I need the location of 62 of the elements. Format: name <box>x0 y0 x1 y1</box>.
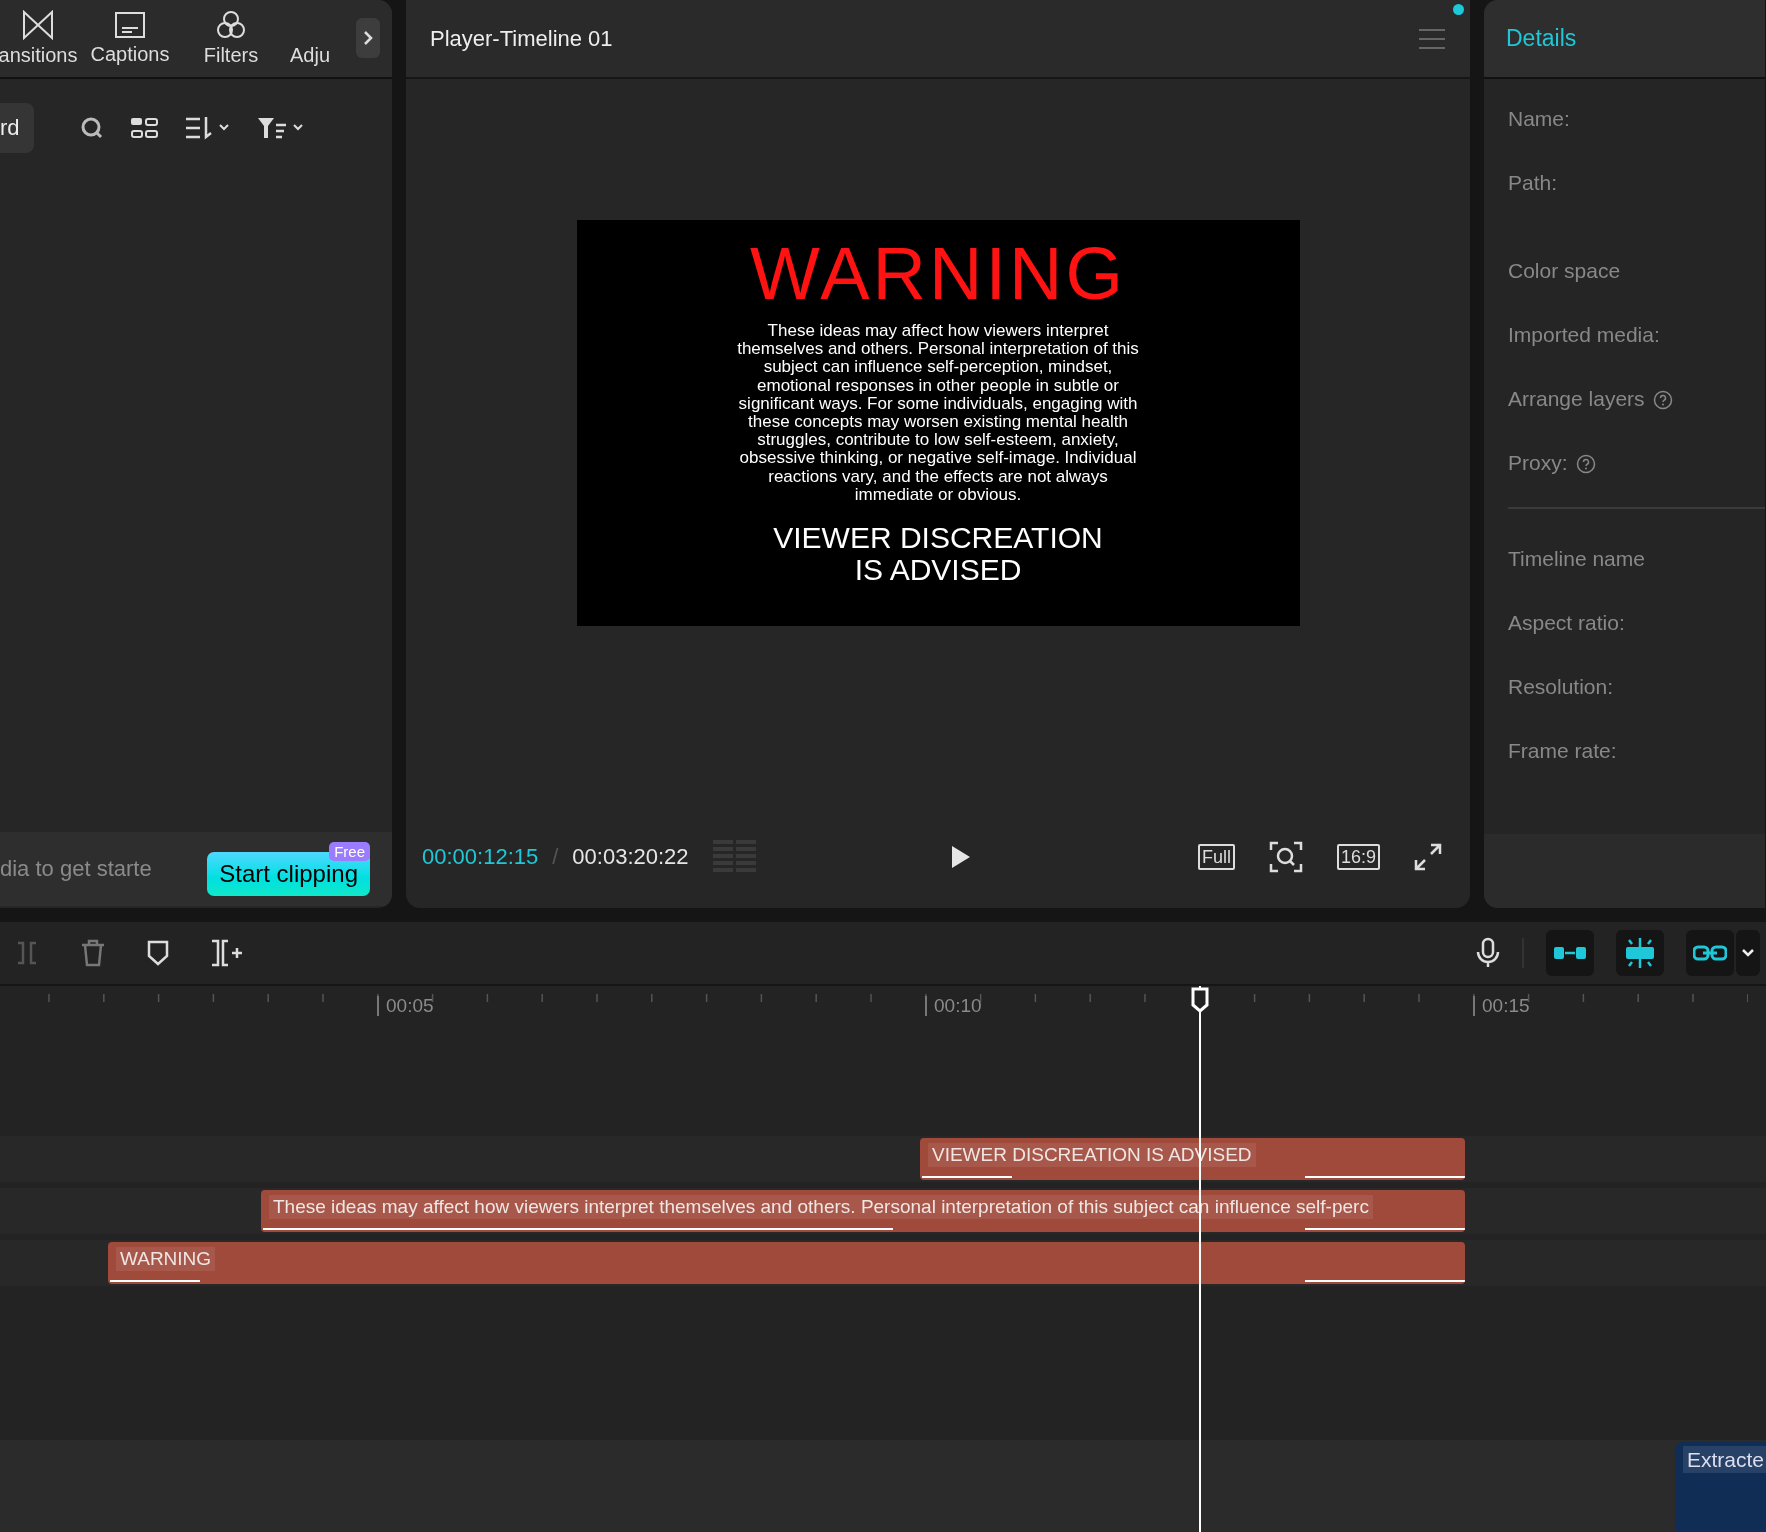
tool-tab[interactable]: Adju <box>280 10 340 67</box>
split-scene-icon <box>1623 936 1657 970</box>
status-dot <box>1453 4 1464 15</box>
tool-tab[interactable]: Filters <box>182 10 280 67</box>
media-button[interactable]: rd <box>0 103 34 153</box>
field-label: Resolution: <box>1508 675 1614 699</box>
auto-snap-button[interactable] <box>1616 930 1664 976</box>
menu-icon[interactable] <box>1418 27 1446 50</box>
filters-icon <box>215 10 247 40</box>
warning-title: WARNING <box>750 234 1126 314</box>
snap-icon <box>1553 945 1587 961</box>
link-icon <box>1693 945 1727 961</box>
field-label: Aspect ratio: <box>1508 611 1625 635</box>
marker-icon[interactable] <box>146 939 170 967</box>
audio-clip[interactable]: Extracte <box>1675 1442 1766 1532</box>
search-icon[interactable] <box>80 116 104 140</box>
microphone-icon[interactable] <box>1476 937 1500 969</box>
current-time: 00:00:12:15 <box>422 844 539 870</box>
field-label: Timeline name <box>1508 547 1645 571</box>
fullscreen-icon[interactable] <box>1414 843 1442 871</box>
time-label: 00:15 <box>1473 996 1530 1016</box>
chevron-right-icon <box>362 29 374 47</box>
bowtie-icon <box>22 10 54 40</box>
snap-button[interactable] <box>1546 930 1594 976</box>
tool-tab[interactable]: ansitions <box>0 10 78 67</box>
advisory-text: VIEWER DISCREATION IS ADVISED <box>772 522 1104 587</box>
total-time: 00:03:20:22 <box>572 844 689 870</box>
import-hint: dia to get starte <box>0 856 152 882</box>
grid-view-icon[interactable] <box>130 117 158 139</box>
tool-tab[interactable]: Captions <box>78 11 182 66</box>
split-add-icon[interactable] <box>210 938 244 968</box>
details-title: Details <box>1506 25 1577 52</box>
aspect-ratio-button[interactable]: 16:9 <box>1336 844 1380 870</box>
sort-icon[interactable] <box>184 115 230 141</box>
field-label: Name: <box>1508 107 1570 131</box>
filter-icon[interactable] <box>256 115 306 141</box>
field-label: Arrange layers <box>1508 387 1645 411</box>
trash-icon[interactable] <box>80 939 106 967</box>
warning-text: These ideas may affect how viewers interpret themselves and others. Personal interpretation of this subject can influence self-perception, mindset, emotional responses in other people in subtle or significant ways. For some individuals, engaging with these concepts may worsen existing mental health struggles, contribute to low self-esteem, anxiety, obsessive thinking, or negative self-image. Individual reactions vary, and the effects are not always immediate or obvious. <box>736 322 1140 505</box>
link-button[interactable] <box>1686 930 1734 976</box>
play-icon <box>949 844 972 870</box>
scroll-right-button[interactable] <box>356 18 380 58</box>
dropdown-button[interactable] <box>1736 930 1760 976</box>
field-label: Proxy: <box>1508 451 1568 475</box>
player-title: Player-Timeline 01 <box>430 25 614 52</box>
help-icon[interactable] <box>1575 454 1596 474</box>
field-label: Frame rate: <box>1508 739 1617 763</box>
play-button[interactable] <box>949 844 972 870</box>
time-separator: / <box>552 844 559 870</box>
text-clip[interactable]: WARNING <box>108 1242 1465 1284</box>
playhead-handle[interactable] <box>1190 986 1210 1014</box>
field-label: Path: <box>1508 171 1558 195</box>
field-label: Color space <box>1508 259 1621 283</box>
captions-icon <box>114 11 146 39</box>
caret-icon <box>1741 948 1755 958</box>
time-label: 00:05 <box>377 996 434 1016</box>
free-badge: Free <box>329 842 370 861</box>
help-icon[interactable] <box>1652 390 1673 410</box>
full-quality-button[interactable]: Full <box>1197 844 1235 870</box>
field-label: Imported media: <box>1508 323 1660 347</box>
zoom-icon[interactable] <box>1268 841 1303 873</box>
time-label: 00:10 <box>925 996 982 1016</box>
